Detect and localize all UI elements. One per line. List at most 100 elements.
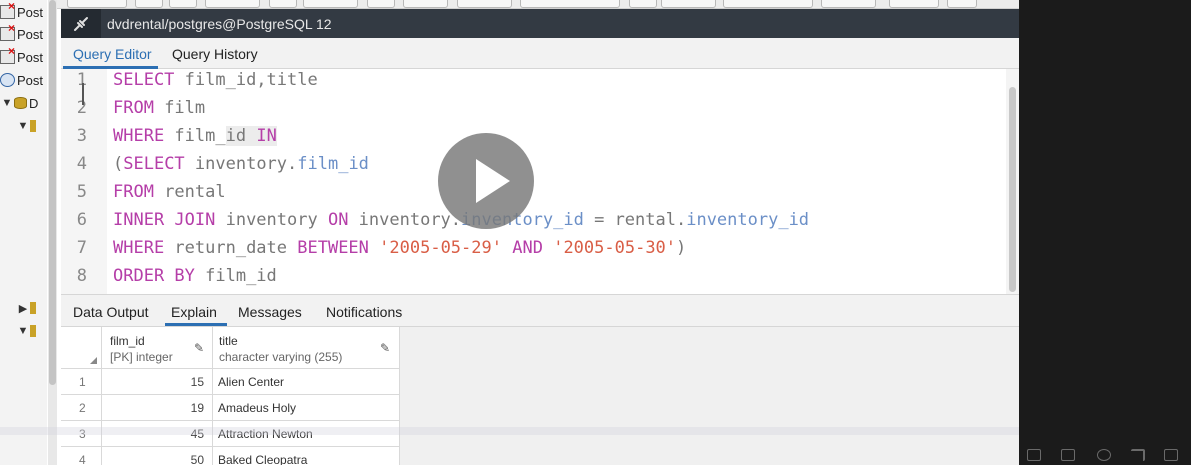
code-token: id [225, 126, 257, 146]
code-token: '2005-05-30' [553, 238, 677, 258]
cell-film-id[interactable]: 15 [102, 369, 213, 395]
miniplayer-icon[interactable] [1061, 449, 1075, 461]
code-text: ORDER BY film_id [113, 266, 277, 286]
toolbar-button[interactable] [403, 0, 448, 8]
toolbar-dropdown[interactable] [520, 0, 620, 8]
tab-query-history[interactable]: Query History [172, 46, 258, 62]
row-number-cell[interactable]: 2 [61, 395, 102, 421]
captions-icon[interactable] [1027, 449, 1041, 461]
code-token: '2005-05-29' [379, 238, 502, 258]
schema-icon [30, 302, 36, 314]
cell-film-id[interactable]: 50 [102, 447, 213, 465]
database-icon [30, 120, 36, 132]
code-line[interactable]: 1 SELECT film_id,title [61, 66, 1006, 94]
tree-item-expanded[interactable]: ▼ [16, 321, 47, 341]
code-line[interactable]: 7 WHERE return_date BETWEEN '2005-05-29' … [61, 234, 1006, 262]
tree-item-label: Post [17, 4, 44, 20]
code-text: FROM film [113, 98, 205, 118]
chevron-down-icon[interactable]: ▼ [16, 325, 30, 337]
code-token: inventory. [184, 154, 298, 174]
chevron-down-icon[interactable]: ▼ [0, 97, 14, 109]
toolbar-button[interactable] [661, 0, 716, 8]
pencil-icon: ✎ [194, 341, 205, 355]
code-line[interactable]: 6 INNER JOIN inventory ON inventory. inven… [61, 206, 1006, 234]
toolbar-button[interactable] [135, 0, 163, 8]
tab-explain[interactable]: Explain [171, 304, 217, 320]
toolbar-button[interactable] [67, 0, 127, 8]
code-token: WHERE [113, 126, 165, 146]
tree-item-collapsed[interactable]: ▶ [16, 298, 47, 318]
tab-data-output[interactable]: Data Output [73, 304, 149, 320]
video-progress-strip[interactable] [0, 427, 1019, 435]
tab-query-editor[interactable]: Query Editor [73, 46, 152, 62]
code-text: WHERE return_date BETWEEN '2005-05-29' A… [113, 238, 686, 258]
object-browser-tree: Post Post Post Post ▼ D ▼ ▶ ▼ [0, 0, 47, 465]
line-number: 1 [76, 70, 87, 90]
code-token: inventory. [348, 210, 462, 230]
code-token: return_date [164, 238, 298, 258]
fullscreen-icon[interactable] [1131, 449, 1145, 461]
play-icon[interactable] [438, 133, 534, 229]
code-token: BETWEEN [297, 238, 369, 258]
toolbar-button[interactable] [947, 0, 977, 8]
cell-title[interactable]: Baked Cleopatra [213, 447, 400, 465]
editor-scrollbar-thumb[interactable] [1009, 87, 1016, 292]
row-number-cell[interactable]: 4 [61, 447, 102, 465]
tree-item-databases[interactable]: ▼ D [0, 93, 47, 113]
cell-film-id[interactable]: 19 [102, 395, 213, 421]
toolbar-button[interactable] [457, 0, 512, 8]
tree-item-server-4[interactable]: Post [0, 70, 47, 90]
code-token: INNER JOIN [113, 210, 216, 230]
toolbar-button[interactable] [367, 0, 395, 8]
grid-corner-cell[interactable] [61, 327, 102, 369]
toolbar-button[interactable] [889, 0, 939, 8]
code-line[interactable]: 2 FROM film [61, 94, 1006, 122]
toolbar-button[interactable] [269, 0, 297, 8]
settings-icon[interactable] [1097, 449, 1111, 461]
line-number: 6 [76, 210, 87, 230]
tree-item-label: Post [17, 26, 44, 42]
server-disconnected-icon [0, 0, 15, 19]
column-header-title[interactable]: title character varying (255) ✎ [213, 327, 400, 369]
tree-scrollbar[interactable] [48, 0, 57, 465]
editor-scrollbar[interactable] [1006, 69, 1019, 294]
toolbar-button[interactable] [303, 0, 358, 8]
tab-notifications[interactable]: Notifications [326, 304, 402, 320]
tree-item-server-2[interactable]: Post [0, 21, 47, 44]
query-toolbar [57, 0, 1019, 9]
code-token: ( [113, 154, 124, 174]
tree-item-label: Post [17, 49, 44, 65]
column-header-film-id[interactable]: film_id [PK] integer ✎ [102, 327, 213, 369]
tree-item-server-1[interactable]: Post [0, 0, 47, 22]
toolbar-button[interactable] [205, 0, 260, 8]
code-token: rental [153, 182, 226, 202]
line-number: 7 [76, 238, 87, 258]
code-token: inventory_id [686, 210, 810, 230]
code-token: IN [256, 126, 277, 146]
row-number-cell[interactable]: 1 [61, 369, 102, 395]
tree-item-db-child[interactable]: ▼ [16, 116, 47, 136]
code-token: ORDER BY [113, 266, 195, 286]
code-token: film [153, 98, 206, 118]
sql-editor[interactable]: 1 SELECT film_id,title 2 FROM film 3 WHERE fi… [61, 69, 1019, 294]
toolbar-button[interactable] [723, 0, 813, 8]
chevron-right-icon[interactable]: ▶ [16, 302, 30, 315]
tree-scrollbar-thumb[interactable] [49, 0, 56, 385]
cell-title[interactable]: Amadeus Holy [213, 395, 400, 421]
theater-icon[interactable] [1164, 449, 1178, 461]
code-token: SELECT [113, 70, 175, 90]
tree-item-server-3[interactable]: Post [0, 44, 47, 67]
code-line[interactable]: 3 WHERE film_id IN [61, 122, 1006, 150]
toolbar-button[interactable] [169, 0, 197, 8]
tab-messages[interactable]: Messages [238, 304, 302, 320]
chevron-down-icon[interactable]: ▼ [16, 120, 30, 132]
disconnect-plug-icon[interactable] [61, 9, 101, 38]
cell-title[interactable]: Alien Center [213, 369, 400, 395]
code-line[interactable]: 8 ORDER BY film_id [61, 262, 1006, 290]
toolbar-button[interactable] [629, 0, 657, 8]
line-number: 2 [76, 98, 87, 118]
code-token: film_id,title [174, 70, 318, 90]
toolbar-button[interactable] [821, 0, 876, 8]
code-token: SELECT [123, 154, 185, 174]
